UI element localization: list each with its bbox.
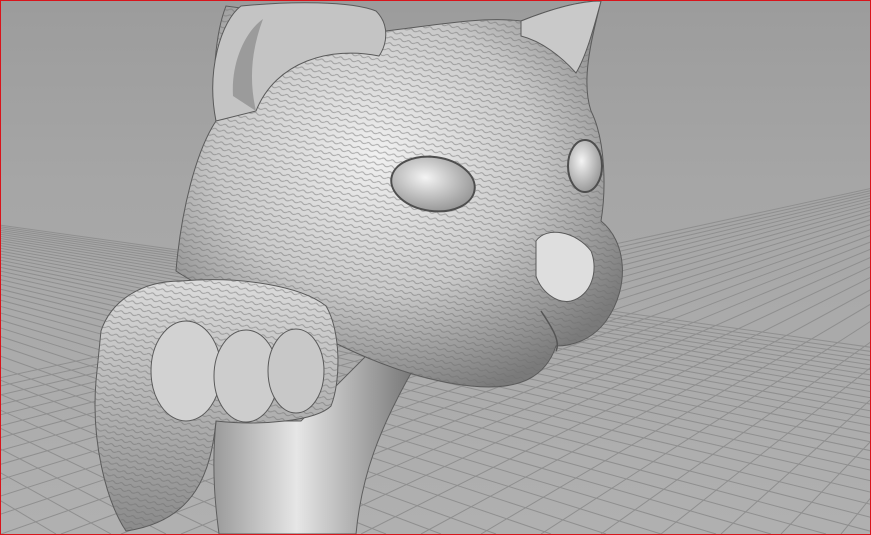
model-toe-3[interactable] [267, 328, 325, 414]
grid-line [1, 500, 57, 534]
grid-line [600, 341, 870, 534]
grid-line [780, 441, 870, 534]
grid-line [1, 472, 112, 534]
model-toe-1[interactable] [150, 320, 222, 422]
viewport-canvas[interactable] [1, 1, 870, 534]
grid-line [840, 497, 870, 534]
perspective-viewport[interactable] [0, 0, 871, 535]
model-eye-right[interactable] [567, 139, 603, 193]
cat-sculpture-model[interactable] [94, 1, 623, 534]
grid-line [720, 399, 870, 534]
